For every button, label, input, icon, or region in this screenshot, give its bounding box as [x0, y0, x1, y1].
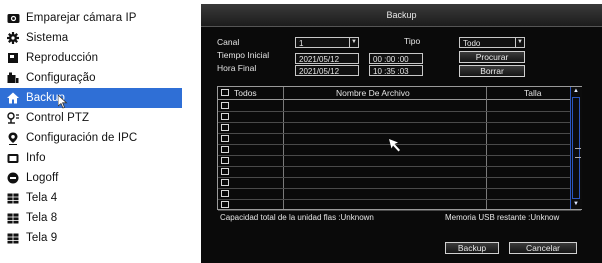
tipo-label: Tipo: [404, 36, 421, 46]
tiempo-inicial-label: Tiempo Inicial: [217, 50, 270, 60]
backup-button[interactable]: Backup: [445, 242, 499, 254]
scroll-grip-icon[interactable]: [575, 148, 581, 158]
fecha-final-field[interactable]: 2021/05/12: [295, 65, 359, 76]
menu-item-label: Logoff: [26, 172, 59, 184]
menu-item-tela-4[interactable]: Tela 4: [6, 188, 182, 208]
menu-item-backup[interactable]: Backup: [0, 88, 182, 108]
row-checkbox[interactable]: [221, 168, 229, 175]
menu-item-configuracion-ipc[interactable]: Configuración de IPC: [6, 128, 182, 148]
menu-item-label: Tela 4: [26, 192, 58, 204]
menu-item-label: Sistema: [26, 32, 69, 44]
backup-dialog: Backup Canal 1 ▼ Tipo Todo ▼ Tiempo Inic…: [201, 4, 602, 263]
menu-item-label: Configuração: [26, 72, 96, 84]
menu-item-configuracao[interactable]: Configuração: [6, 68, 182, 88]
menu-item-reproduccion[interactable]: Reproducción: [6, 48, 182, 68]
tipo-value: Todo: [463, 39, 481, 48]
row-checkbox[interactable]: [221, 190, 229, 197]
mouse-cursor-icon: [57, 94, 68, 114]
procurar-button[interactable]: Procurar: [459, 51, 525, 63]
menu-item-label: Tela 8: [26, 212, 58, 224]
row-checkbox[interactable]: [221, 157, 229, 164]
mouse-cursor-icon: [389, 139, 402, 157]
scroll-up-icon[interactable]: ▲: [572, 87, 580, 96]
canal-label: Canal: [217, 37, 240, 47]
home-icon: [6, 91, 20, 105]
table-row-divider: [218, 133, 581, 134]
capacity-text: Capacidad total de la unidad flas :Unkno…: [220, 213, 374, 222]
menu-item-sistema[interactable]: Sistema: [6, 28, 182, 48]
table-row-divider: [218, 111, 581, 112]
chevron-down-icon: ▼: [349, 38, 358, 47]
gear-icon: [6, 31, 20, 45]
row-checkbox[interactable]: [221, 201, 229, 208]
menu-item-label: Info: [26, 152, 46, 164]
row-checkbox[interactable]: [221, 135, 229, 142]
scroll-track[interactable]: [572, 97, 581, 199]
column-header-todos: Todos: [234, 88, 257, 98]
menu-item-label: Reproducción: [26, 52, 99, 64]
canal-value: 1: [299, 39, 304, 48]
menu-item-control-ptz[interactable]: Control PTZ: [6, 108, 182, 128]
row-checkbox[interactable]: [221, 146, 229, 153]
tipo-select[interactable]: Todo ▼: [459, 37, 525, 48]
row-checkbox[interactable]: [221, 102, 229, 109]
ptz-icon: [6, 111, 20, 125]
camera-icon: [6, 11, 20, 25]
column-header-talla: Talla: [524, 88, 542, 98]
usb-remaining-text: Memoria USB restante :Unknow: [445, 213, 560, 222]
menu-item-label: Emparejar cámara IP: [26, 12, 137, 24]
canal-select[interactable]: 1 ▼: [295, 37, 359, 48]
context-menu: Emparejar cámara IP Sistema Reproducción…: [0, 0, 196, 263]
scroll-down-icon[interactable]: ▼: [572, 200, 580, 209]
menu-item-emparejar-camara[interactable]: Emparejar cámara IP: [6, 8, 182, 28]
table-header: Todos Nombre De Archivo Talla: [218, 87, 581, 100]
menu-item-info[interactable]: Info: [6, 148, 182, 168]
fecha-inicial-field[interactable]: 2021/05/12: [295, 53, 359, 64]
info-icon: [6, 151, 20, 165]
grid-icon: [6, 191, 20, 205]
table-row-divider: [218, 166, 581, 167]
row-checkbox[interactable]: [221, 179, 229, 186]
column-header-nombre: Nombre De Archivo: [336, 88, 410, 98]
menu-item-logoff[interactable]: Logoff: [6, 168, 182, 188]
hora-inicial-field[interactable]: 00 :00 :00: [369, 53, 423, 64]
menu-item-label: Configuración de IPC: [26, 132, 138, 144]
row-checkbox[interactable]: [221, 113, 229, 120]
cancel-button[interactable]: Cancelar: [509, 242, 577, 254]
config-icon: [6, 71, 20, 85]
column-divider: [283, 87, 284, 209]
grid-icon: [6, 211, 20, 225]
table-row-divider: [218, 177, 581, 178]
playback-icon: [6, 51, 20, 65]
hora-final-label: Hora Final: [217, 63, 257, 73]
row-checkbox[interactable]: [221, 124, 229, 131]
dialog-title: Backup: [201, 4, 602, 27]
vertical-scrollbar[interactable]: ▲ ▼: [570, 87, 582, 209]
column-divider: [486, 87, 487, 209]
menu-item-tela-8[interactable]: Tela 8: [6, 208, 182, 228]
hora-final-field[interactable]: 10 :35 :03: [369, 65, 423, 76]
table-row-divider: [218, 122, 581, 123]
borrar-button[interactable]: Borrar: [459, 65, 525, 77]
select-all-checkbox[interactable]: [221, 89, 229, 96]
power-icon: [6, 171, 20, 185]
table-row-divider: [218, 199, 581, 200]
chevron-down-icon: ▼: [515, 38, 524, 47]
grid-icon: [6, 231, 20, 245]
table-row-divider: [218, 188, 581, 189]
menu-item-tela-9[interactable]: Tela 9: [6, 228, 182, 248]
menu-item-label: Tela 9: [26, 232, 58, 244]
table-row-divider: [218, 210, 581, 211]
location-icon: [6, 131, 20, 145]
